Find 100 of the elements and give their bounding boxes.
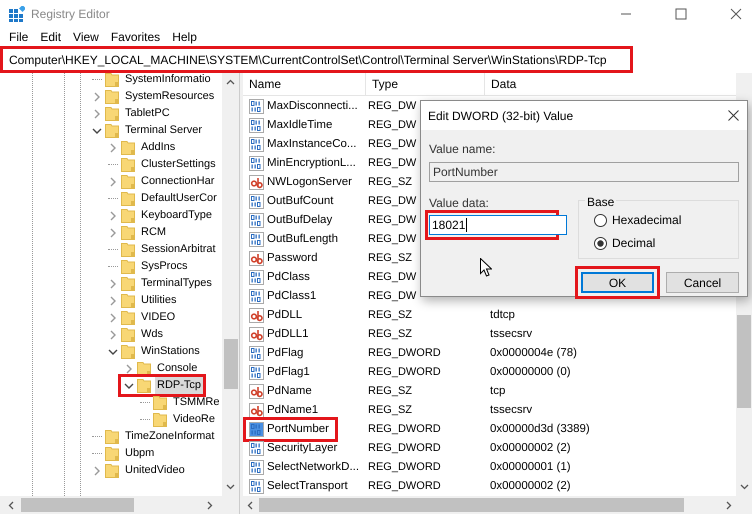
scroll-up-icon[interactable] (226, 79, 235, 85)
chevron-right-icon[interactable] (108, 210, 118, 220)
value-name[interactable]: SelectTransport (267, 478, 348, 496)
tree-item[interactable]: VIDEO (139, 309, 178, 326)
chevron-right-icon[interactable] (108, 330, 118, 340)
value-type: REG_DW (368, 100, 416, 112)
scroll-down-icon[interactable] (226, 484, 235, 490)
close-icon[interactable] (730, 8, 742, 20)
tree-item[interactable]: SystemResources (123, 88, 216, 105)
scrollbar-thumb[interactable] (224, 339, 238, 389)
tree-item[interactable]: SysProcs (139, 258, 190, 275)
scrollbar-thumb[interactable] (259, 498, 684, 512)
value-name[interactable]: MinEncryptionL... (267, 154, 356, 172)
value-name[interactable]: PortNumber (267, 420, 329, 438)
folder-icon (121, 310, 135, 325)
folder-icon (153, 412, 167, 427)
chevron-right-icon[interactable] (108, 312, 118, 322)
chevron-right-icon[interactable] (108, 142, 118, 152)
column-header[interactable]: Type (366, 73, 485, 95)
tree-item[interactable]: Terminal Server (123, 122, 204, 139)
value-name[interactable]: PdDLL1 (267, 326, 309, 344)
maximize-icon[interactable] (675, 8, 687, 20)
value-name-label: Value name: (429, 141, 496, 158)
value-name[interactable]: PdClass1 (267, 288, 316, 306)
menu-item[interactable]: Favorites (104, 28, 166, 46)
tree-item[interactable]: RCM (139, 224, 168, 241)
tree-item[interactable]: AddIns (139, 139, 178, 156)
value-name[interactable]: SecurityLayer (267, 440, 338, 458)
tree-item[interactable]: Wds (139, 326, 165, 343)
dialog-button[interactable]: Cancel (666, 272, 739, 293)
scroll-left-icon[interactable] (8, 500, 14, 510)
menu-item[interactable]: Help (166, 28, 203, 46)
value-data-field[interactable]: 18021 (429, 215, 567, 235)
horizontal-scrollbar[interactable] (0, 496, 239, 514)
close-icon[interactable] (728, 110, 739, 121)
tree-item[interactable]: Console (155, 360, 200, 377)
tree-item[interactable]: SessionArbitrat (139, 241, 218, 258)
vertical-scrollbar[interactable] (222, 73, 239, 496)
tree-item[interactable]: RDP-Tcp (155, 377, 204, 394)
value-name[interactable]: OutBufLength (267, 230, 338, 248)
chevron-down-icon[interactable] (92, 126, 102, 136)
tree-item[interactable]: TimeZoneInformat (123, 428, 216, 445)
tree-item[interactable]: SystemInformatio (123, 73, 213, 88)
menu-item[interactable]: View (67, 28, 105, 46)
tree-item[interactable]: TerminalTypes (139, 275, 214, 292)
radio-label[interactable]: Hexadecimal (612, 211, 682, 229)
column-header[interactable]: Name (243, 73, 366, 95)
radio-label[interactable]: Decimal (612, 234, 656, 252)
value-name[interactable]: OutBufCount (267, 192, 334, 210)
menu-item[interactable]: File (3, 28, 34, 46)
tree-item[interactable]: DefaultUserCor (139, 190, 219, 207)
tree-item[interactable]: TabletPC (123, 105, 172, 122)
tree-item[interactable]: TSMMRe (171, 394, 222, 411)
value-name[interactable]: PdFlag1 (267, 364, 310, 382)
tree-item[interactable]: Utilities (139, 292, 178, 309)
tree-item[interactable]: UnitedVideo (123, 462, 187, 479)
dialog-button[interactable]: OK (581, 272, 654, 293)
address-bar[interactable]: Computer\HKEY_LOCAL_MACHINE\SYSTEM\CurrentControlSet\Control\Terminal Server\WinStations\RDP-Tcp (0, 46, 633, 73)
horizontal-scrollbar[interactable] (243, 496, 752, 514)
chevron-right-icon[interactable] (124, 364, 134, 374)
tree-item[interactable]: WinStations (139, 343, 202, 360)
value-name[interactable]: MaxDisconnecti... (267, 98, 358, 116)
scroll-right-icon[interactable] (207, 500, 213, 510)
radio-button-checked[interactable] (594, 236, 607, 250)
chevron-down-icon[interactable] (108, 346, 118, 356)
folder-icon (105, 123, 119, 138)
tree-item[interactable]: ConnectionHar (139, 173, 216, 190)
value-name[interactable]: MaxInstanceCo... (267, 136, 356, 154)
tree-item[interactable]: KeyboardType (139, 207, 214, 224)
value-name[interactable]: OutBufDelay (267, 212, 332, 230)
chevron-right-icon[interactable] (108, 296, 118, 306)
value-name[interactable]: PdDLL (267, 306, 302, 324)
chevron-right-icon[interactable] (108, 228, 118, 238)
value-name[interactable]: PdFlag (267, 344, 304, 362)
tree-item[interactable]: Ubpm (123, 445, 156, 462)
chevron-right-icon[interactable] (92, 108, 102, 118)
value-type: REG_DW (368, 118, 416, 131)
scroll-right-icon[interactable] (726, 500, 732, 510)
tree-item[interactable]: VideoRe (171, 411, 217, 428)
tree-item[interactable]: ClusterSettings (139, 156, 218, 173)
chevron-right-icon[interactable] (92, 466, 102, 476)
scroll-down-icon[interactable] (740, 484, 748, 490)
value-name[interactable]: PdClass (267, 268, 310, 286)
chevron-right-icon[interactable] (108, 278, 118, 288)
value-name[interactable]: PdName1 (267, 402, 318, 420)
scroll-left-icon[interactable] (247, 500, 253, 510)
radio-button[interactable] (594, 214, 607, 226)
chevron-down-icon[interactable] (124, 380, 134, 390)
scrollbar-thumb[interactable] (737, 315, 751, 408)
value-name[interactable]: NWLogonServer (267, 174, 352, 192)
value-name[interactable]: MaxIdleTime (267, 116, 332, 134)
chevron-right-icon[interactable] (108, 176, 118, 186)
folder-icon (153, 395, 167, 410)
chevron-right-icon[interactable] (92, 92, 102, 102)
column-header[interactable]: Data (485, 73, 736, 95)
menu-item[interactable]: Edit (34, 28, 68, 46)
value-name[interactable]: SelectNetworkD... (267, 458, 360, 476)
value-name[interactable]: PdName (267, 382, 312, 400)
value-name[interactable]: Password (267, 250, 318, 268)
scrollbar-thumb[interactable] (21, 498, 134, 512)
